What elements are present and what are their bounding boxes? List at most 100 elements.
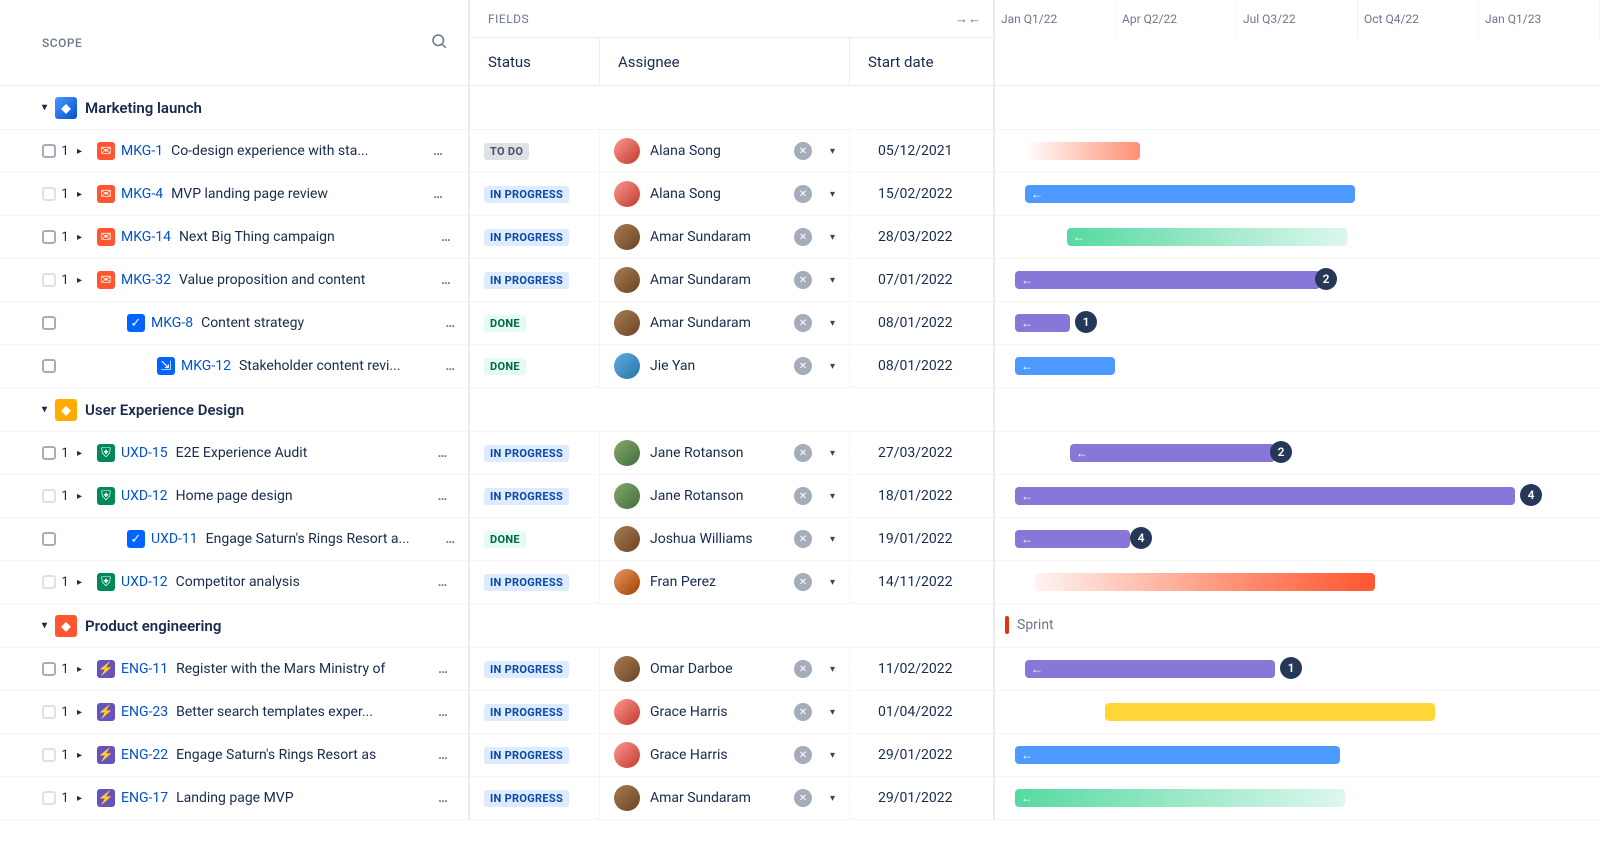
timeline-row[interactable]: ←2 [995, 259, 1600, 302]
clear-assignee-icon[interactable]: ✕ [794, 271, 812, 289]
assignee-cell[interactable]: Amar Sundaram ✕ ▾ [600, 777, 850, 819]
dependency-badge[interactable]: 4 [1130, 527, 1152, 549]
more-icon[interactable]: … [438, 791, 449, 806]
assignee-cell[interactable]: Alana Song ✕ ▾ [600, 130, 850, 172]
timeline-row[interactable]: ← [995, 734, 1600, 777]
chevron-right-icon[interactable]: ▸ [77, 448, 89, 459]
clear-assignee-icon[interactable]: ✕ [794, 185, 812, 203]
status-cell[interactable]: IN PROGRESS [470, 734, 600, 776]
status-cell[interactable]: IN PROGRESS [470, 475, 600, 517]
issue-title[interactable]: E2E Experience Audit [176, 445, 426, 461]
assignee-cell[interactable]: Jie Yan ✕ ▾ [600, 345, 850, 387]
chevron-right-icon[interactable]: ▸ [77, 146, 89, 157]
issue-title[interactable]: Register with the Mars Ministry of [176, 661, 426, 677]
status-cell[interactable]: IN PROGRESS [470, 648, 600, 690]
clear-assignee-icon[interactable]: ✕ [794, 703, 812, 721]
more-icon[interactable]: … [433, 144, 444, 159]
issue-key[interactable]: MKG-12 [181, 358, 231, 374]
start-date-cell[interactable]: 28/03/2022 [850, 216, 993, 258]
more-icon[interactable]: … [445, 316, 456, 331]
timeline-row[interactable] [995, 130, 1600, 173]
more-icon[interactable]: … [445, 359, 456, 374]
start-date-cell[interactable]: 18/01/2022 [850, 475, 993, 517]
chevron-down-icon[interactable]: ▾ [42, 404, 47, 415]
status-cell[interactable]: IN PROGRESS [470, 691, 600, 733]
status-cell[interactable]: TO DO [470, 130, 600, 172]
issue-title[interactable]: Content strategy [201, 315, 433, 331]
more-icon[interactable]: … [445, 532, 456, 547]
issue-key[interactable]: MKG-1 [121, 143, 163, 159]
timeline-bar[interactable]: ← [1067, 228, 1347, 246]
assignee-cell[interactable]: Grace Harris ✕ ▾ [600, 734, 850, 776]
timeline-bar[interactable]: ← [1015, 487, 1515, 505]
checkbox[interactable] [42, 575, 56, 589]
checkbox[interactable] [42, 662, 56, 676]
issue-key[interactable]: UXD-11 [151, 531, 198, 547]
status-cell[interactable]: DONE [470, 345, 600, 387]
group-header[interactable]: ▾ ◆ User Experience Design [0, 388, 468, 432]
checkbox[interactable] [42, 273, 56, 287]
more-icon[interactable]: … [441, 230, 452, 245]
more-icon[interactable]: … [438, 705, 449, 720]
assignee-cell[interactable]: Fran Perez ✕ ▾ [600, 561, 850, 603]
checkbox[interactable] [42, 791, 56, 805]
clear-assignee-icon[interactable]: ✕ [794, 357, 812, 375]
chevron-down-icon[interactable]: ▾ [822, 146, 849, 157]
timeline-row[interactable]: ← [995, 216, 1600, 259]
sprint-marker[interactable]: Sprint [1005, 616, 1054, 634]
chevron-right-icon[interactable]: ▸ [77, 750, 89, 761]
checkbox[interactable] [42, 489, 56, 503]
chevron-right-icon[interactable]: ▸ [77, 664, 89, 675]
timeline-row[interactable] [995, 561, 1600, 604]
clear-assignee-icon[interactable]: ✕ [794, 789, 812, 807]
start-date-cell[interactable]: 07/01/2022 [850, 259, 993, 301]
issue-title[interactable]: MVP landing page review [171, 186, 421, 202]
assignee-cell[interactable]: Amar Sundaram ✕ ▾ [600, 302, 850, 344]
chevron-right-icon[interactable]: ▸ [77, 232, 89, 243]
checkbox[interactable] [42, 705, 56, 719]
issue-title[interactable]: Home page design [176, 488, 426, 504]
more-icon[interactable]: … [441, 273, 452, 288]
status-cell[interactable]: IN PROGRESS [470, 432, 600, 474]
start-date-cell[interactable]: 19/01/2022 [850, 518, 993, 560]
start-date-cell[interactable]: 29/01/2022 [850, 777, 993, 819]
start-date-cell[interactable]: 08/01/2022 [850, 345, 993, 387]
chevron-down-icon[interactable]: ▾ [822, 534, 849, 545]
checkbox[interactable] [42, 446, 56, 460]
collapse-fields-icon[interactable]: →← [955, 11, 981, 27]
chevron-right-icon[interactable]: ▸ [77, 491, 89, 502]
status-cell[interactable]: DONE [470, 518, 600, 560]
start-date-cell[interactable]: 15/02/2022 [850, 173, 993, 215]
timeline-bar[interactable] [1035, 573, 1375, 591]
clear-assignee-icon[interactable]: ✕ [794, 530, 812, 548]
issue-key[interactable]: ENG-11 [121, 661, 168, 677]
chevron-down-icon[interactable]: ▾ [822, 189, 849, 200]
chevron-right-icon[interactable]: ▸ [77, 793, 89, 804]
timeline-bar[interactable]: ← [1015, 530, 1130, 548]
start-date-cell[interactable]: 14/11/2022 [850, 561, 993, 603]
issue-key[interactable]: MKG-32 [121, 272, 171, 288]
timeline-bar[interactable]: ← [1015, 746, 1340, 764]
chevron-right-icon[interactable]: ▸ [77, 189, 89, 200]
timeline-row[interactable]: ←2 [995, 432, 1600, 475]
chevron-down-icon[interactable]: ▾ [822, 664, 849, 675]
chevron-down-icon[interactable]: ▾ [42, 102, 47, 113]
timeline-row[interactable]: ← [995, 345, 1600, 388]
timeline-bar[interactable] [1105, 703, 1435, 721]
assignee-header[interactable]: Assignee [600, 38, 850, 85]
checkbox[interactable] [42, 359, 56, 373]
checkbox[interactable] [42, 748, 56, 762]
timeline-bar[interactable]: ← [1070, 444, 1275, 462]
start-date-cell[interactable]: 01/04/2022 [850, 691, 993, 733]
chevron-down-icon[interactable]: ▾ [822, 361, 849, 372]
checkbox[interactable] [42, 187, 56, 201]
clear-assignee-icon[interactable]: ✕ [794, 444, 812, 462]
timeline-row[interactable]: ← [995, 173, 1600, 216]
issue-key[interactable]: MKG-4 [121, 186, 163, 202]
timeline-bar[interactable]: ← [1015, 357, 1115, 375]
timeline-bar[interactable]: ← [1015, 314, 1070, 332]
start-date-cell[interactable]: 29/01/2022 [850, 734, 993, 776]
chevron-down-icon[interactable]: ▾ [822, 793, 849, 804]
issue-title[interactable]: Better search templates exper... [176, 704, 426, 720]
assignee-cell[interactable]: Joshua Williams ✕ ▾ [600, 518, 850, 560]
